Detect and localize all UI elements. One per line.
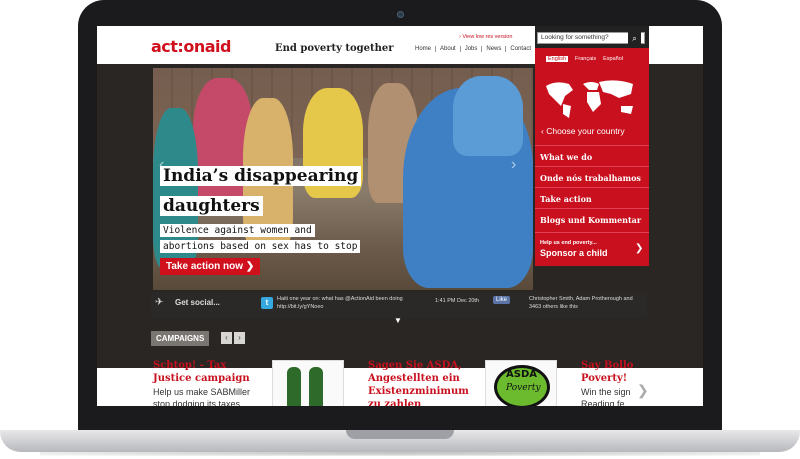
- webcam-icon: [397, 11, 404, 18]
- tweet-text[interactable]: Haiti one year on: what has @ActionAid b…: [277, 295, 427, 311]
- hero-headline-2: daughters: [160, 196, 263, 216]
- campaign-2-title-4[interactable]: zu zahlen: [368, 398, 421, 406]
- nav-about[interactable]: About: [435, 46, 460, 52]
- language-switcher: English Français Español: [546, 56, 623, 62]
- lang-francais[interactable]: Français: [575, 56, 596, 62]
- campaign-1-title-1[interactable]: Schtop! - Tax: [153, 359, 226, 372]
- campaigns-next-icon[interactable]: ›: [234, 332, 245, 344]
- campaign-3-desc-2: Reading fe: [581, 399, 625, 406]
- campaigns-scroll-right-icon[interactable]: ❯: [637, 382, 649, 399]
- laptop-notch: [346, 430, 454, 439]
- bottle-shape: [287, 367, 301, 406]
- lang-espanol[interactable]: Español: [603, 56, 623, 62]
- facebook-like-button[interactable]: Like: [493, 296, 511, 304]
- menu-blogs[interactable]: Blogs und Kommentar: [535, 208, 649, 229]
- get-social-label: Get social...: [175, 298, 220, 307]
- campaign-1-desc-1: Help us make SABMiller: [153, 387, 251, 397]
- chevron-right-icon: ❯: [635, 243, 644, 254]
- hero-next-icon[interactable]: ›: [511, 156, 516, 174]
- bird-icon: ✈: [155, 297, 164, 308]
- asda-badge-text: ASDA: [506, 369, 537, 380]
- browser-screen: act:onaid End poverty together › View lo…: [97, 26, 703, 406]
- campaign-3-title-2[interactable]: Poverty!: [581, 372, 627, 385]
- nav-jobs[interactable]: Jobs: [459, 46, 482, 52]
- poverty-badge-text: Poverty: [506, 383, 541, 393]
- campaigns-prev-icon[interactable]: ‹: [221, 332, 232, 344]
- facebook-likes-text: Christopher Smith, Adam Protherough and …: [529, 296, 633, 310]
- beer-bottles-image[interactable]: [272, 360, 344, 406]
- low-res-link[interactable]: › View low res version: [459, 34, 512, 40]
- nav-contact[interactable]: Contact: [505, 46, 535, 52]
- campaign-3-desc-1: Win the sign: [581, 387, 631, 397]
- campaigns-pager: ‹ ›: [221, 332, 245, 344]
- sponsor-small-text: Help us end poverty...: [540, 240, 597, 246]
- world-map-icon[interactable]: [541, 76, 641, 120]
- campaign-2-title-2[interactable]: Angestellten ein: [368, 372, 460, 385]
- campaign-3-title-1[interactable]: Say Bollo: [581, 359, 633, 372]
- sponsor-child-link[interactable]: Sponsor a child: [540, 248, 608, 258]
- tweet-time: 1:41 PM Dec 20th: [435, 298, 480, 304]
- hero-sub-1: Violence against women and: [160, 224, 315, 237]
- campaign-1-desc-2: stop dodging its taxes: [153, 399, 241, 406]
- chevron-down-icon[interactable]: ▼: [394, 316, 402, 325]
- nav-news[interactable]: News: [481, 46, 505, 52]
- nav-home[interactable]: Home: [411, 46, 435, 52]
- twitter-icon[interactable]: t: [261, 297, 273, 309]
- arrow-right-icon: ❯: [245, 261, 255, 272]
- tagline: End poverty together: [275, 43, 394, 54]
- take-action-button[interactable]: Take action now ❯: [160, 258, 261, 275]
- choose-country[interactable]: ‹ Choose your country: [541, 126, 625, 136]
- menu-onde-trabalhamos[interactable]: Onde nós trabalhamos: [535, 166, 649, 187]
- bottle-shape: [309, 367, 323, 406]
- hero-sub-2: abortions based on sex has to stop: [160, 240, 361, 253]
- campaigns-tab: CAMPAIGNS: [151, 331, 210, 346]
- asda-poverty-badge[interactable]: ASDA Poverty: [485, 360, 557, 406]
- campaign-1-title-2[interactable]: Justice campaign: [153, 372, 250, 385]
- choose-country-label: Choose your country: [546, 126, 625, 136]
- campaign-2-title-3[interactable]: Existenzminimum: [368, 385, 469, 398]
- top-nav: Home About Jobs News Contact: [411, 46, 535, 52]
- hero-headline-1: India’s disappearing: [160, 166, 362, 186]
- lang-english[interactable]: English: [546, 56, 569, 62]
- take-action-label: Take action now: [166, 261, 244, 272]
- search-icon[interactable]: ⌕: [628, 32, 641, 45]
- menu-take-action[interactable]: Take action: [535, 187, 649, 208]
- menu-what-we-do[interactable]: What we do: [535, 145, 649, 166]
- campaign-2-title-1[interactable]: Sagen Sie ASDA,: [368, 359, 462, 372]
- blue-headscarf: [453, 76, 523, 156]
- actionaid-logo[interactable]: act:onaid: [151, 37, 231, 56]
